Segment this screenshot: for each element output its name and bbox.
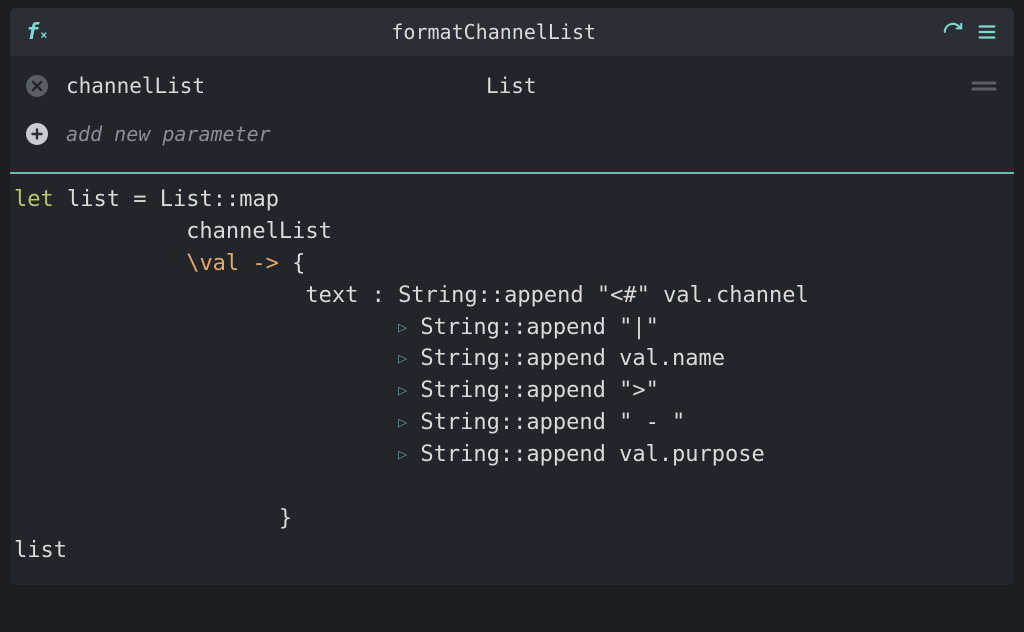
binding-name: list <box>67 187 120 212</box>
keyword-let: let <box>14 187 54 212</box>
function-icon: f× <box>26 20 47 45</box>
menu-icon[interactable] <box>974 19 1000 45</box>
arrow: -> <box>239 251 292 276</box>
pipe-icon: ▷ <box>398 444 407 466</box>
function-name[interactable]: formatChannelList <box>47 20 940 44</box>
lambda-var: val <box>199 251 239 276</box>
parameter-name[interactable]: channelList <box>66 74 486 98</box>
append-call: String::append <box>398 283 583 308</box>
record-field: text <box>305 283 358 308</box>
parameter-type[interactable]: List <box>486 74 970 98</box>
result-expr: list <box>14 538 67 563</box>
remove-parameter-icon[interactable] <box>26 75 48 97</box>
add-parameter-label: add new parameter <box>66 122 271 146</box>
code-editor[interactable]: let list = List::map channelList \val ->… <box>10 174 1014 585</box>
refresh-icon[interactable] <box>940 19 966 45</box>
fn-name: List::map <box>160 187 279 212</box>
pipe-icon: ▷ <box>398 412 407 434</box>
parameter-row[interactable]: channelList List <box>26 74 998 98</box>
plus-icon <box>26 123 48 145</box>
arg-1: channelList <box>186 219 332 244</box>
pipe-icon: ▷ <box>398 348 407 370</box>
add-parameter-button[interactable]: add new parameter <box>26 122 998 146</box>
pipe-icon: ▷ <box>398 380 407 402</box>
panel-header: f× formatChannelList <box>10 8 1014 56</box>
parameters-panel: channelList List add new parameter <box>10 56 1014 160</box>
drag-handle-icon[interactable] <box>970 79 998 93</box>
lambda-backslash: \ <box>186 251 199 276</box>
pipe-icon: ▷ <box>398 317 407 339</box>
